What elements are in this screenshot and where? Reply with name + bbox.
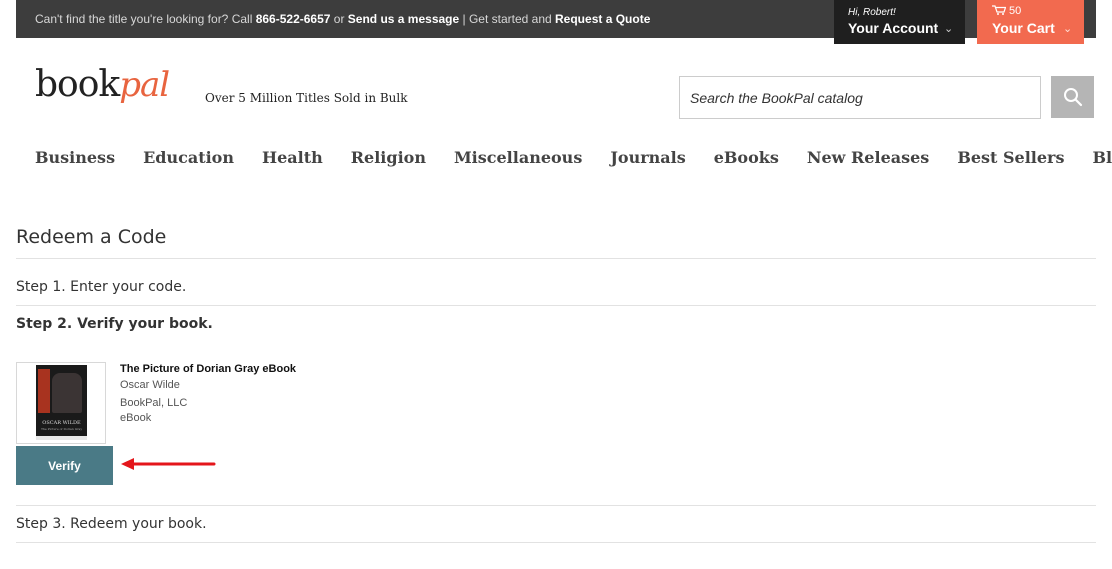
account-label: Your Account [848, 20, 939, 36]
request-quote-link[interactable]: Request a Quote [555, 12, 650, 26]
top-bar-separator: | Get started and [459, 12, 556, 26]
logo-pal-text: pal [119, 65, 170, 105]
nav-item-journals[interactable]: Journals [610, 148, 685, 167]
logo-book-text: book [35, 64, 120, 105]
tagline: Over 5 Million Titles Sold in Bulk [205, 91, 408, 105]
nav-item-ebooks[interactable]: eBooks [714, 148, 779, 167]
cart-count: 50 [1009, 5, 1022, 17]
phone-link[interactable]: 866-522-6657 [256, 12, 331, 26]
divider [16, 305, 1096, 306]
verify-button[interactable]: Verify [16, 446, 113, 485]
cover-bar [36, 436, 87, 440]
cart-dropdown[interactable]: 50 Your Cart ⌄ [977, 0, 1084, 44]
account-greeting: Hi, Robert! [848, 7, 896, 18]
divider [16, 542, 1096, 543]
nav-item-business[interactable]: Business [35, 148, 115, 167]
cover-art-figure [52, 373, 82, 413]
cart-label: Your Cart [992, 20, 1055, 36]
chevron-down-icon: ⌄ [944, 23, 954, 35]
cover-author: OSCAR WILDE [42, 420, 81, 426]
nav-item-new-releases[interactable]: New Releases [807, 148, 929, 167]
red-arrow-annotation [121, 458, 216, 470]
top-bar-or: or [330, 12, 348, 26]
cart-icon [992, 5, 1006, 15]
book-publisher: BookPal, LLC [120, 397, 188, 409]
search-button[interactable] [1051, 76, 1094, 118]
bookpal-logo[interactable]: bookpal [35, 64, 170, 118]
book-cover-image: OSCAR WILDE The Picture of Dorian Gray [36, 365, 87, 440]
send-message-link[interactable]: Send us a message [348, 12, 459, 26]
nav-item-miscellaneous[interactable]: Miscellaneous [454, 148, 582, 167]
search-box [679, 76, 1041, 119]
account-dropdown[interactable]: Hi, Robert! Your Account ⌄ [834, 0, 965, 44]
search-icon [1063, 88, 1082, 107]
divider [16, 258, 1096, 259]
book-thumbnail: OSCAR WILDE The Picture of Dorian Gray [16, 362, 106, 444]
nav-item-blog[interactable]: Blog [1093, 148, 1112, 167]
step-3-label: Step 3. Redeem your book. [16, 516, 207, 532]
cover-title: The Picture of Dorian Gray [40, 427, 83, 431]
nav-item-religion[interactable]: Religion [351, 148, 426, 167]
nav-item-health[interactable]: Health [262, 148, 323, 167]
cart-count-wrap: 50 [992, 5, 1021, 17]
book-title: The Picture of Dorian Gray eBook [120, 363, 297, 375]
main-nav: Business Education Health Religion Misce… [35, 148, 1112, 167]
top-bar-message: Can't find the title you're looking for?… [35, 12, 650, 26]
chevron-down-icon: ⌄ [1063, 23, 1073, 35]
cover-art-red [38, 369, 50, 413]
book-author: Oscar Wilde [120, 379, 180, 391]
divider [16, 505, 1096, 506]
nav-item-education[interactable]: Education [143, 148, 234, 167]
nav-item-best-sellers[interactable]: Best Sellers [957, 148, 1064, 167]
page-title: Redeem a Code [16, 226, 167, 248]
book-format: eBook [120, 412, 152, 424]
step-1-label: Step 1. Enter your code. [16, 279, 187, 295]
top-bar: Can't find the title you're looking for?… [16, 0, 1096, 44]
top-bar-prefix: Can't find the title you're looking for?… [35, 12, 256, 26]
search-input[interactable] [680, 77, 1040, 118]
step-2-label: Step 2. Verify your book. [16, 316, 213, 332]
